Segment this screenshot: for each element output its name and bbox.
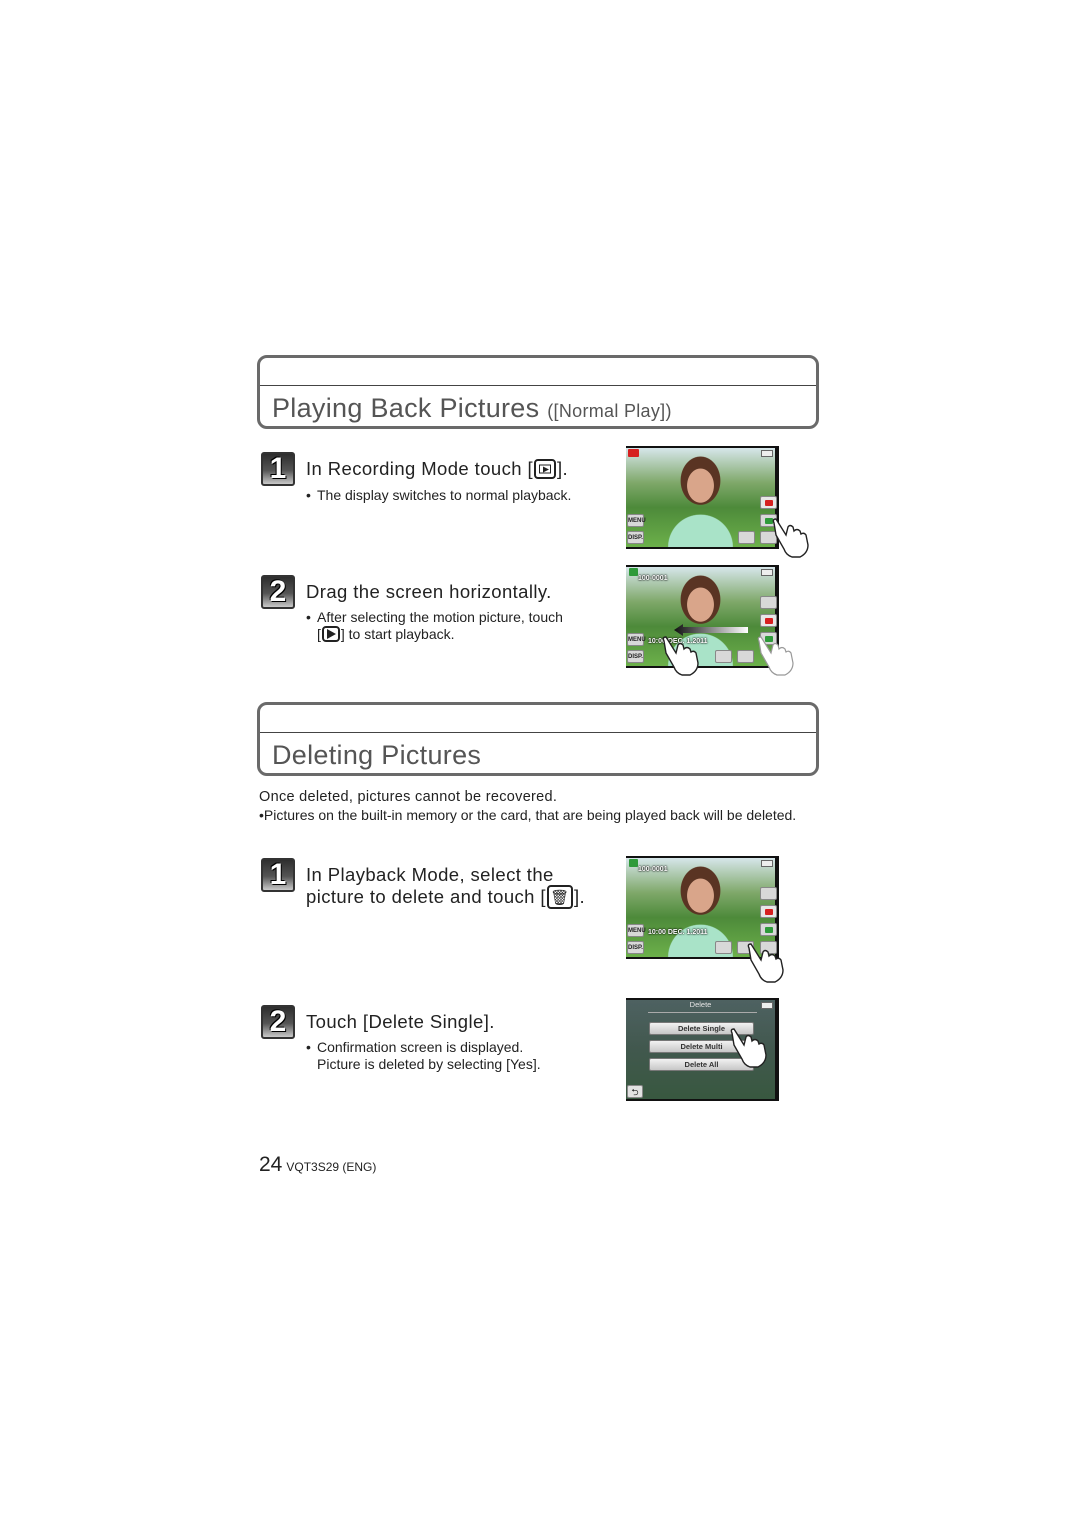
trash-icon: 🗑 <box>546 885 573 909</box>
bullet-icon: • <box>306 609 311 625</box>
delete-button[interactable] <box>737 941 754 954</box>
step-note-text: After selecting the motion picture, touc… <box>317 609 563 625</box>
delete-menu-divider <box>648 1012 757 1013</box>
step-title-line1: In Playback Mode, select the <box>306 864 554 885</box>
battery-icon <box>761 860 773 867</box>
battery-icon <box>761 450 773 457</box>
step-number-badge: 1 <box>261 858 295 892</box>
step-note-text: The display switches to normal playback. <box>317 487 572 503</box>
step-title: Drag the screen horizontally. <box>306 581 552 602</box>
battery-icon <box>761 1002 773 1009</box>
section-header-playback: Playing Back Pictures ([Normal Play]) <box>257 355 819 429</box>
playback-mode-icon <box>629 568 638 576</box>
step-title: In Recording Mode touch []. <box>306 458 568 479</box>
menu-button[interactable]: MENU <box>627 633 646 646</box>
record-mode-icon <box>628 449 639 457</box>
step-note: • Confirmation screen is displayed. Pictu… <box>306 1039 541 1073</box>
page-footer: 24 VQT3S29 (ENG) <box>259 1153 376 1177</box>
playback-button[interactable] <box>760 514 777 527</box>
document-code: VQT3S29 (ENG) <box>286 1160 377 1174</box>
playback-button-icon <box>534 459 556 479</box>
section-header-rule <box>260 385 816 386</box>
step-title: In Playback Mode, select the picture to … <box>306 864 585 909</box>
camera-screen-playback-drag: 100-0001 10:00 DEC. 1.2011 MENU DISP. <box>626 565 779 668</box>
step-note-text-end: ] to start playback. <box>340 626 455 642</box>
bullet-icon: • <box>306 487 311 503</box>
delete-menu-title: Delete <box>689 1000 712 1009</box>
date-readout: 10:00 DEC. 1.2011 <box>648 638 708 645</box>
step-note: • The display switches to normal playback… <box>306 487 571 504</box>
camera-screen-recording: MENU DISP. <box>626 446 779 549</box>
step-number-badge: 2 <box>261 575 295 609</box>
delete-note-text: Pictures on the built-in memory or the c… <box>263 807 797 823</box>
date-readout: 10:00 DEC. 1.2011 <box>648 929 708 936</box>
wifi-button[interactable] <box>760 887 777 900</box>
step-note-text: Confirmation screen is displayed. <box>317 1039 524 1055</box>
page-number: 24 <box>259 1153 283 1176</box>
step-note: • After selecting the motion picture, tou… <box>306 609 563 643</box>
delete-all-button[interactable]: Delete All <box>649 1058 754 1071</box>
playback-button[interactable] <box>760 923 777 936</box>
step-title-text: In Recording Mode touch [ <box>306 458 533 479</box>
disp-button[interactable]: DISP. <box>627 650 644 663</box>
multi-playback-button[interactable] <box>715 650 732 663</box>
menu-button[interactable]: MENU <box>627 924 646 937</box>
swipe-left-arrow-icon <box>674 624 748 636</box>
focus-button[interactable] <box>738 531 755 544</box>
section-subtitle: ([Normal Play]) <box>547 401 672 421</box>
battery-icon <box>761 569 773 576</box>
disp-button[interactable]: DISP. <box>627 941 644 954</box>
camera-screen-playback-delete: 100-0001 10:00 DEC. 1.2011 MENU DISP. <box>626 856 779 959</box>
zoom-button[interactable] <box>760 531 777 544</box>
record-button[interactable] <box>760 905 777 918</box>
section-title-text: Deleting Pictures <box>272 740 482 770</box>
delete-button[interactable] <box>737 650 754 663</box>
delete-multi-button[interactable]: Delete Multi <box>649 1040 754 1053</box>
record-button[interactable] <box>760 614 777 627</box>
delete-warning: Once deleted, pictures cannot be recover… <box>259 789 558 805</box>
playback-mode-icon <box>629 859 638 867</box>
disp-button[interactable]: DISP. <box>627 531 644 544</box>
section-title-text: Playing Back Pictures <box>272 393 540 423</box>
step-number-badge: 2 <box>261 1005 295 1039</box>
step-title: Touch [Delete Single]. <box>306 1011 495 1032</box>
step-note-text: Picture is deleted by selecting [Yes]. <box>317 1056 541 1072</box>
wifi-button[interactable] <box>760 596 777 609</box>
back-button[interactable]: ⮌ <box>627 1085 643 1098</box>
section-title: Deleting Pictures <box>272 740 481 771</box>
file-number: 100-0001 <box>638 866 668 873</box>
delete-single-button[interactable]: Delete Single <box>649 1022 754 1035</box>
play-icon <box>321 626 340 642</box>
section-title: Playing Back Pictures ([Normal Play]) <box>272 393 672 424</box>
bullet-icon: • <box>306 1039 311 1055</box>
playback-button[interactable] <box>760 632 777 645</box>
section-header-rule <box>260 732 816 733</box>
step-title-text-end: ]. <box>557 458 569 479</box>
file-number: 100-0001 <box>638 575 668 582</box>
step-title-line2: picture to delete and touch [ <box>306 886 546 907</box>
record-button[interactable] <box>760 496 777 509</box>
step-number-badge: 1 <box>261 452 295 486</box>
scene-button[interactable] <box>760 941 777 954</box>
bracket-text: [ <box>317 626 321 642</box>
menu-button[interactable]: MENU <box>627 514 646 527</box>
camera-screen-delete-menu: Delete Delete Single Delete Multi Delete… <box>626 998 779 1101</box>
step-title-text-end: ]. <box>573 886 586 907</box>
delete-note: •Pictures on the built-in memory or the … <box>259 807 819 824</box>
section-header-delete: Deleting Pictures <box>257 702 819 776</box>
multi-playback-button[interactable] <box>715 941 732 954</box>
